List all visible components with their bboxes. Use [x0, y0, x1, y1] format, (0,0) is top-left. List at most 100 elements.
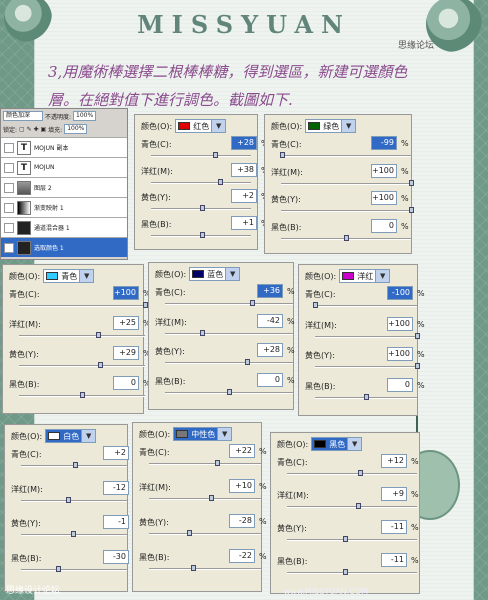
cyan-value-input[interactable]: +12	[381, 454, 407, 468]
magenta-slider-track[interactable]	[165, 329, 293, 336]
yellow-slider-track[interactable]	[165, 359, 293, 365]
magenta-value-input[interactable]: +25	[113, 316, 139, 330]
cyan-slider-track[interactable]	[151, 152, 251, 158]
yellow-slider-track[interactable]	[19, 362, 145, 368]
slider-thumb[interactable]	[250, 300, 256, 306]
chevron-down-icon[interactable]: ▼	[211, 120, 226, 132]
slider-thumb[interactable]	[409, 207, 414, 213]
slider-thumb[interactable]	[357, 470, 363, 476]
slider-thumb[interactable]	[95, 332, 101, 338]
black-slider-track[interactable]	[165, 388, 293, 395]
visibility-eye-icon[interactable]	[4, 202, 14, 213]
yellow-slider-track[interactable]	[315, 363, 420, 369]
layer-row[interactable]: 渐变映射 1	[1, 197, 127, 217]
cyan-value-input[interactable]: +100	[113, 286, 139, 300]
cyan-slider-track[interactable]	[19, 302, 148, 308]
chevron-down-icon[interactable]: ▼	[79, 270, 94, 282]
magenta-slider-track[interactable]	[151, 178, 251, 185]
slider-thumb[interactable]	[208, 495, 214, 501]
black-slider-track[interactable]	[315, 393, 417, 400]
fill-input[interactable]: 100%	[64, 124, 88, 134]
cyan-value-input[interactable]: +36	[257, 284, 283, 298]
cyan-slider-track[interactable]	[287, 470, 417, 476]
slider-thumb[interactable]	[409, 179, 414, 186]
slider-thumb[interactable]	[313, 302, 318, 308]
black-value-input[interactable]: +1	[231, 215, 257, 230]
magenta-value-input[interactable]: +10	[229, 479, 255, 493]
yellow-slider-track[interactable]	[21, 531, 127, 537]
magenta-slider-track[interactable]	[149, 495, 261, 501]
slider-thumb[interactable]	[56, 565, 62, 572]
black-slider-track[interactable]	[281, 234, 411, 241]
slider-thumb[interactable]	[199, 231, 205, 238]
cyan-value-input[interactable]: +22	[229, 444, 255, 458]
magenta-value-input[interactable]: -12	[103, 480, 129, 495]
layer-row[interactable]: T MOJUN 副本	[1, 137, 127, 157]
magenta-slider-track[interactable]	[21, 496, 127, 503]
slider-thumb[interactable]	[218, 178, 223, 185]
color-dropdown[interactable]: 黑色 ▼	[311, 437, 363, 451]
color-dropdown[interactable]: 洋红 ▼	[339, 269, 391, 283]
layer-row[interactable]: 选取颜色 1	[1, 237, 127, 257]
slider-thumb[interactable]	[244, 359, 250, 365]
cyan-value-input[interactable]: -99	[371, 136, 397, 150]
yellow-slider-track[interactable]	[287, 536, 417, 542]
cyan-value-input[interactable]: -100	[387, 286, 413, 300]
yellow-value-input[interactable]: +28	[257, 343, 283, 357]
magenta-slider-track[interactable]	[315, 332, 420, 339]
black-slider-track[interactable]	[21, 565, 127, 572]
black-value-input[interactable]: 0	[113, 376, 139, 390]
visibility-eye-icon[interactable]	[4, 242, 14, 253]
slider-thumb[interactable]	[342, 569, 348, 575]
cyan-slider-track[interactable]	[21, 462, 127, 468]
cyan-slider-track[interactable]	[149, 460, 261, 466]
yellow-value-input[interactable]: +2	[231, 189, 257, 203]
yellow-value-input[interactable]: -11	[381, 520, 407, 534]
chevron-down-icon[interactable]: ▼	[341, 120, 356, 132]
magenta-value-input[interactable]: -42	[257, 313, 283, 328]
color-dropdown[interactable]: 红色 ▼	[175, 119, 227, 133]
color-dropdown[interactable]: 白色 ▼	[45, 429, 97, 443]
magenta-value-input[interactable]: +100	[387, 316, 413, 331]
chevron-down-icon[interactable]: ▼	[347, 438, 362, 450]
slider-thumb[interactable]	[98, 362, 104, 368]
layer-row[interactable]: T MOJUN	[1, 157, 127, 177]
magenta-slider-track[interactable]	[281, 179, 414, 186]
lock-icons[interactable]: ▢ ✎ ✚ ▣	[19, 126, 46, 133]
black-value-input[interactable]: -30	[103, 549, 129, 564]
black-slider-track[interactable]	[149, 565, 261, 571]
cyan-slider-track[interactable]	[165, 300, 293, 306]
slider-thumb[interactable]	[73, 462, 79, 468]
chevron-down-icon[interactable]: ▼	[375, 270, 390, 282]
cyan-value-input[interactable]: +28	[231, 136, 257, 150]
slider-thumb[interactable]	[415, 363, 420, 369]
yellow-slider-track[interactable]	[151, 205, 251, 211]
slider-thumb[interactable]	[355, 503, 361, 509]
magenta-value-input[interactable]: +9	[381, 487, 407, 501]
black-value-input[interactable]: 0	[371, 218, 397, 233]
slider-thumb[interactable]	[187, 530, 193, 536]
slider-thumb[interactable]	[227, 388, 232, 395]
color-dropdown[interactable]: 中性色 ▼	[173, 427, 233, 441]
chevron-down-icon[interactable]: ▼	[217, 428, 232, 440]
visibility-eye-icon[interactable]	[4, 162, 14, 173]
slider-thumb[interactable]	[342, 536, 348, 542]
slider-thumb[interactable]	[190, 565, 196, 571]
blend-mode-select[interactable]: 颜色加深	[3, 111, 43, 121]
slider-thumb[interactable]	[65, 496, 71, 503]
magenta-slider-track[interactable]	[19, 332, 145, 338]
slider-thumb[interactable]	[200, 205, 205, 211]
slider-thumb[interactable]	[415, 332, 420, 339]
visibility-eye-icon[interactable]	[4, 182, 14, 193]
slider-thumb[interactable]	[71, 531, 77, 537]
black-value-input[interactable]: -11	[381, 553, 407, 567]
magenta-slider-track[interactable]	[287, 503, 417, 509]
chevron-down-icon[interactable]: ▼	[225, 268, 240, 280]
yellow-slider-track[interactable]	[149, 530, 261, 536]
slider-thumb[interactable]	[215, 460, 221, 466]
cyan-value-input[interactable]: +2	[103, 446, 129, 460]
yellow-value-input[interactable]: +29	[113, 346, 139, 360]
yellow-value-input[interactable]: +100	[371, 191, 397, 205]
visibility-eye-icon[interactable]	[4, 222, 14, 233]
slider-thumb[interactable]	[80, 392, 85, 398]
